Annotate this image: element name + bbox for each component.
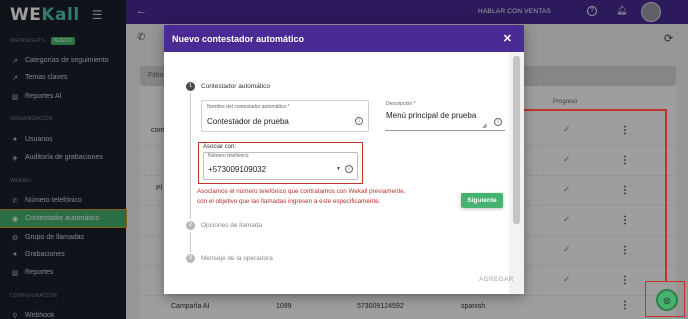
info-icon[interactable]: i (494, 118, 502, 126)
description-field-label: Descripción * (386, 101, 416, 107)
phone-number-select-label: Número telefónico (208, 153, 249, 159)
annotation-note: Asociamos el número telefónico que contr… (197, 188, 406, 205)
phone-number-select[interactable]: Número telefónico +573009109032 ▼ i (203, 152, 358, 180)
modal-title: Nuevo contestador automático (172, 33, 305, 44)
next-button[interactable]: Siguiente (461, 193, 503, 208)
step-2-badge: 2 (186, 221, 195, 230)
phone-number-select-value[interactable]: +573009109032 (208, 165, 266, 174)
modal-scrollbar[interactable] (509, 52, 524, 294)
description-field[interactable]: Descripción * Menú principal de prueba ◢… (385, 101, 505, 131)
info-icon[interactable]: i (355, 117, 363, 125)
step-3-label: Mensaje de la operadora (201, 255, 273, 262)
modal-header: Nuevo contestador automático ✕ (164, 25, 524, 52)
scrollbar-thumb[interactable] (513, 56, 520, 224)
close-icon[interactable]: ✕ (503, 32, 512, 45)
resize-handle-icon[interactable]: ◢ (482, 122, 487, 129)
step-3-badge: 3 (186, 254, 195, 263)
step-2-label: Opciones de llamada (201, 222, 263, 229)
description-field-value[interactable]: Menú principal de prueba (386, 111, 476, 120)
step-1-badge: 1 (186, 82, 195, 91)
name-field[interactable]: Nombre del contestador automático * Cont… (201, 100, 369, 132)
chat-bot-button[interactable]: ⊛ (656, 289, 678, 311)
step-rail (190, 232, 191, 252)
step-rail (190, 93, 191, 219)
bot-icon: ⊛ (662, 296, 672, 307)
annotation-line (665, 109, 667, 281)
info-icon[interactable]: i (345, 165, 353, 173)
name-field-label: Nombre del contestador automático * (207, 104, 290, 110)
chevron-down-icon[interactable]: ▼ (336, 166, 341, 172)
associate-label: Asociar con: (203, 144, 237, 150)
step-1-label: Contestador automático (201, 83, 271, 90)
annotation-line (520, 109, 666, 111)
add-button[interactable]: AGREGAR (479, 276, 514, 283)
name-field-value[interactable]: Contestador de prueba (207, 117, 289, 126)
